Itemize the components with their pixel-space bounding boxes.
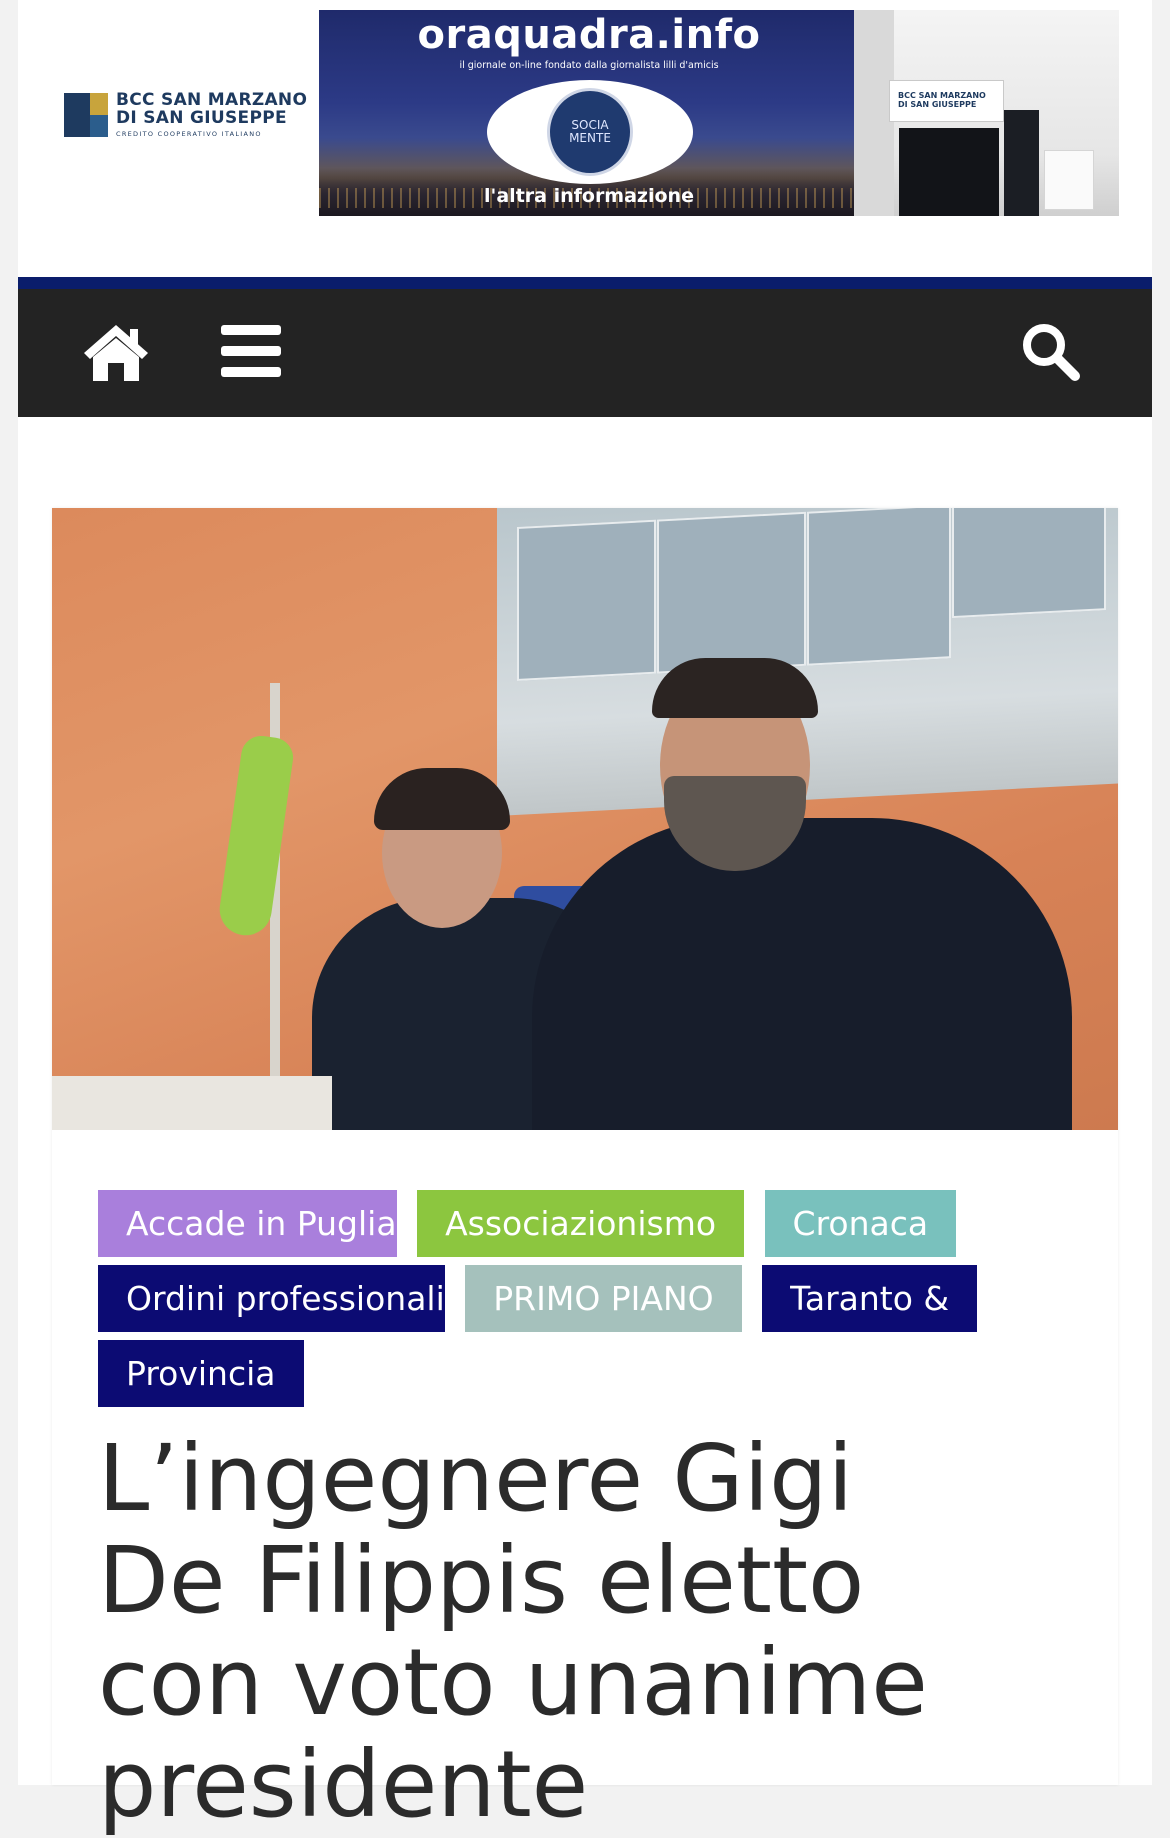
person-right-hair [652,658,818,718]
category-primo-piano[interactable]: PRIMO PIANO [465,1265,742,1332]
article-featured-image[interactable] [52,508,1118,1130]
category-ordini-professionali[interactable]: Ordini professionali [98,1265,445,1332]
banner-tagline: l'altra informazione [484,185,694,207]
banner-bank-sign: BCC SAN MARZANO DI SAN GIUSEPPE [889,80,1004,122]
person-right-body [532,818,1072,1130]
hamburger-menu-icon[interactable] [221,323,281,379]
desk [52,1076,332,1130]
category-cronaca[interactable]: Cronaca [764,1190,957,1257]
nav-accent-bar [18,277,1152,289]
banner-eye-graphic: SOCIA MENTE [487,80,693,184]
banner-eye-text-2: MENTE [569,131,611,145]
banner-clock-iris: SOCIA MENTE [547,88,633,176]
logo-line-2: DI SAN GIUSEPPE [116,108,287,129]
category-tags: Accade in Puglia Associazionismo Cronaca… [98,1186,1058,1411]
home-icon[interactable] [80,319,152,383]
green-bag [216,733,296,939]
bcc-logo[interactable]: BCC SAN MARZANO DI SAN GIUSEPPE CREDITO … [64,85,314,145]
banner-subtitle: il giornale on-line fondato dalla giorna… [459,60,719,71]
logo-line-3: CREDITO COOPERATIVO ITALIANO [116,129,262,138]
category-associazionismo[interactable]: Associazionismo [417,1190,745,1257]
person-left-hair [374,768,510,830]
article-title[interactable]: L’ingegnere Gigi De Filippis eletto con … [98,1428,998,1836]
header-banner[interactable]: oraquadra.info il giornale on-line fonda… [319,10,1119,216]
article-card: Accade in Puglia Associazionismo Cronaca… [52,508,1118,1836]
bcc-logo-mark [64,93,108,137]
page: BCC SAN MARZANO DI SAN GIUSEPPE CREDITO … [18,0,1152,1836]
banner-bank-photo: BCC SAN MARZANO DI SAN GIUSEPPE [854,10,1119,216]
banner-sign-line-2: DI SAN GIUSEPPE [898,100,977,109]
category-accade-in-puglia[interactable]: Accade in Puglia [98,1190,397,1257]
search-icon[interactable] [1020,321,1080,381]
main-navigation [18,289,1152,417]
banner-title: oraquadra.info [417,12,761,58]
bcc-logo-text: BCC SAN MARZANO DI SAN GIUSEPPE CREDITO … [116,91,307,138]
